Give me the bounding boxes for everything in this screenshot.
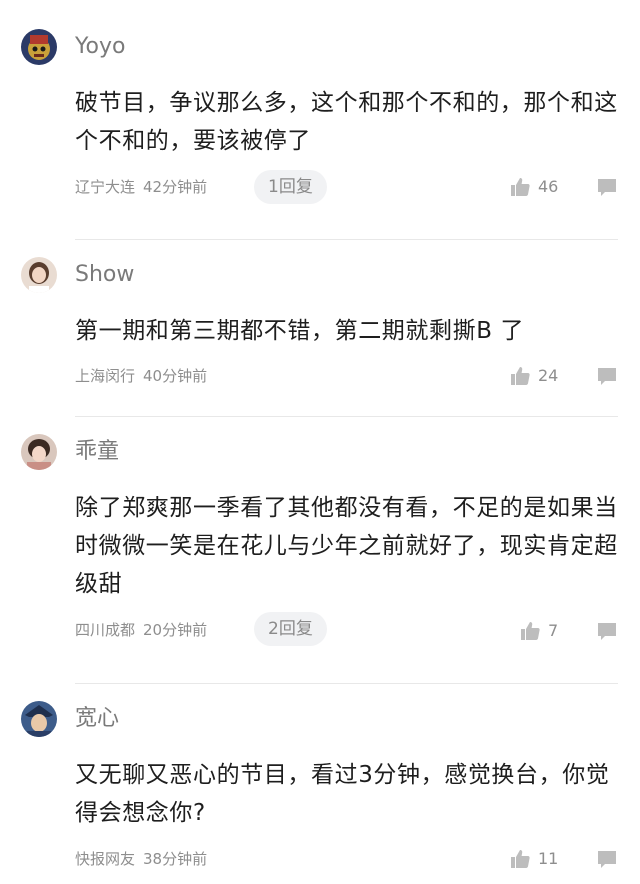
- timestamp: 38分钟前: [143, 850, 208, 868]
- avatar[interactable]: [21, 29, 57, 65]
- username[interactable]: 宽心: [75, 705, 119, 733]
- thumbs-up-icon: [510, 849, 530, 869]
- timestamp: 40分钟前: [143, 367, 208, 385]
- avatar[interactable]: [21, 257, 57, 293]
- comment-meta: 上海闵行 40分钟前: [75, 366, 207, 386]
- comment-text: 又无聊又恶心的节目，看过3分钟，感觉换台，你觉得会想念你?: [75, 762, 610, 826]
- divider: [75, 239, 618, 240]
- comment-text: 第一期和第三期都不错，第二期就剩撕B 了: [75, 318, 525, 344]
- location: 辽宁大连: [75, 178, 136, 196]
- thumbs-up-icon: [520, 621, 540, 641]
- divider: [75, 683, 618, 684]
- timestamp: 20分钟前: [143, 621, 208, 639]
- speech-bubble-icon[interactable]: [597, 621, 617, 641]
- reply-count-button[interactable]: 1回复: [254, 170, 327, 204]
- comment-text: 除了郑爽那一季看了其他都没有看，不足的是如果当时微微一笑是在花儿与少年之前就好了…: [75, 495, 618, 597]
- comment-meta: 快报网友 38分钟前: [75, 849, 207, 869]
- avatar[interactable]: [21, 701, 57, 737]
- reply-count-button[interactable]: 2回复: [254, 612, 327, 646]
- like-button[interactable]: 46: [510, 176, 558, 198]
- comment-meta: 辽宁大连 42分钟前: [75, 177, 207, 197]
- speech-bubble-icon[interactable]: [597, 177, 617, 197]
- comment-text: 破节目，争议那么多，这个和那个不和的，那个和这个不和的，要该被停了: [75, 90, 618, 154]
- thumbs-up-icon: [510, 366, 530, 386]
- like-button[interactable]: 11: [510, 848, 558, 870]
- thumbs-up-icon: [510, 177, 530, 197]
- like-count: 24: [538, 366, 559, 385]
- like-button[interactable]: 24: [510, 365, 558, 387]
- avatar[interactable]: [21, 434, 57, 470]
- location: 四川成都: [75, 621, 136, 639]
- username[interactable]: Show: [75, 261, 134, 289]
- speech-bubble-icon[interactable]: [597, 849, 617, 869]
- comment-meta: 四川成都 20分钟前: [75, 620, 207, 640]
- like-button[interactable]: 7: [520, 620, 558, 642]
- location: 快报网友: [75, 850, 136, 868]
- like-count: 11: [538, 849, 559, 868]
- speech-bubble-icon[interactable]: [597, 366, 617, 386]
- divider: [75, 416, 618, 417]
- like-count: 7: [548, 621, 559, 640]
- username[interactable]: 乖童: [75, 438, 119, 466]
- username[interactable]: Yoyo: [75, 33, 125, 61]
- location: 上海闵行: [75, 367, 136, 385]
- timestamp: 42分钟前: [143, 178, 208, 196]
- like-count: 46: [538, 177, 559, 196]
